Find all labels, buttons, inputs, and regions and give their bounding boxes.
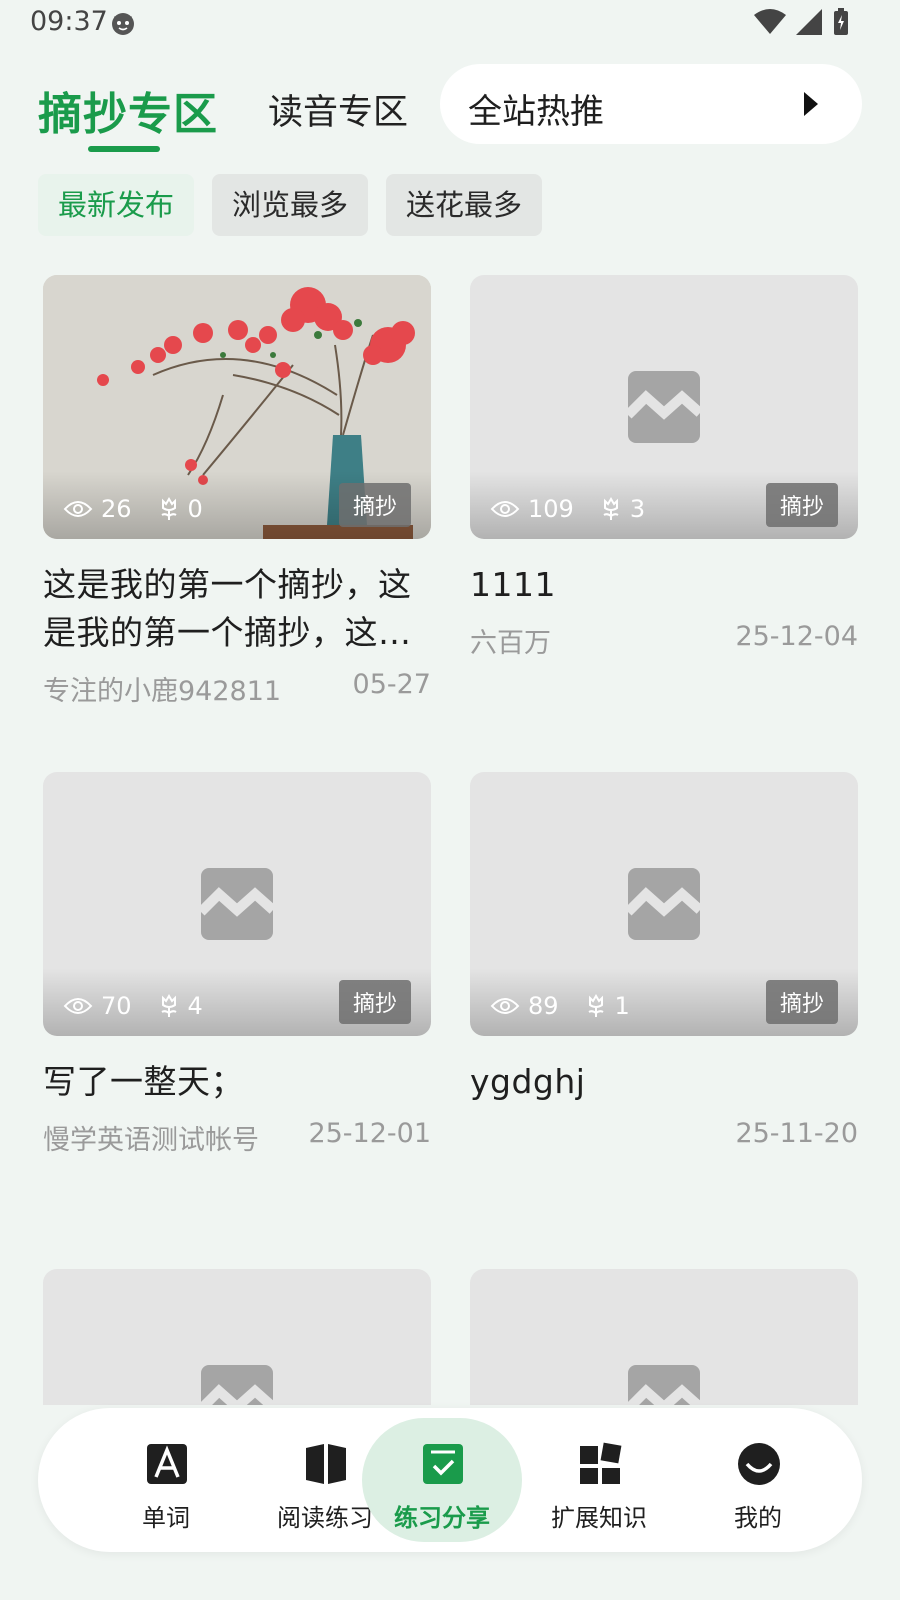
views-count: 26 xyxy=(101,495,132,523)
flowers-count: 4 xyxy=(187,992,203,1020)
post-stats: 26 0 xyxy=(63,495,229,523)
nav-words-label: 单词 xyxy=(142,1504,190,1532)
tab-excerpt-zone[interactable]: 摘抄专区 xyxy=(38,78,218,142)
views-stat: 109 xyxy=(490,495,574,523)
post-date: 25-12-04 xyxy=(735,621,858,652)
word-icon xyxy=(147,1444,187,1484)
battery-icon xyxy=(834,8,848,35)
image-placeholder-icon xyxy=(201,1365,273,1405)
post-meta: 六百万 25-12-04 xyxy=(470,621,858,660)
image-placeholder-icon xyxy=(628,371,700,443)
post-thumbnail: 26 0 摘抄 xyxy=(43,275,431,539)
filter-chips: 最新发布 浏览最多 送花最多 xyxy=(38,174,543,236)
tab-pronunciation-zone[interactable]: 读音专区 xyxy=(268,84,408,135)
flowers-count: 0 xyxy=(187,495,203,523)
category-tag: 摘抄 xyxy=(765,483,838,527)
flowers-stat: 4 xyxy=(158,992,203,1020)
flower-icon xyxy=(603,497,619,520)
blocks-icon xyxy=(580,1442,622,1484)
post-meta: 专注的小鹿942811 05-27 xyxy=(43,669,431,708)
post-card[interactable]: 109 3 摘抄 1111 六百万 25-12-04 xyxy=(470,275,858,660)
flowers-stat: 0 xyxy=(158,495,203,523)
post-author: 慢学英语测试帐号 xyxy=(43,1125,259,1156)
post-thumbnail xyxy=(43,1269,431,1405)
flowers-stat: 3 xyxy=(600,495,645,523)
post-meta: 慢学英语测试帐号 25-12-01 xyxy=(43,1118,431,1157)
post-title: 1111 xyxy=(470,565,556,604)
image-placeholder-icon xyxy=(628,1365,700,1405)
status-time: 09:37 xyxy=(30,6,108,37)
eye-icon xyxy=(63,998,93,1014)
category-tag: 摘抄 xyxy=(765,980,838,1024)
play-arrow-icon xyxy=(804,92,818,116)
smile-icon xyxy=(738,1443,780,1485)
eye-icon xyxy=(63,501,93,517)
cat-notification-icon xyxy=(112,13,134,35)
signal-icon xyxy=(796,9,822,35)
post-meta: 25-11-20 xyxy=(470,1118,858,1149)
image-placeholder-icon xyxy=(628,868,700,940)
book-icon xyxy=(306,1444,346,1484)
filter-latest[interactable]: 最新发布 xyxy=(38,174,195,236)
post-author: 六百万 xyxy=(470,628,551,659)
post-thumbnail: 70 4 摘抄 xyxy=(43,772,431,1036)
views-count: 89 xyxy=(528,992,559,1020)
top-tabs: 摘抄专区 读音专区 全站热推 xyxy=(0,62,900,158)
flower-icon xyxy=(587,994,604,1017)
post-title: ygdghj xyxy=(470,1062,586,1101)
post-date: 05-27 xyxy=(352,669,431,700)
views-count: 70 xyxy=(101,992,132,1020)
nav-mine[interactable]: 我的 xyxy=(678,1418,838,1542)
share-check-icon xyxy=(423,1444,463,1484)
views-stat: 70 xyxy=(63,992,132,1020)
post-stats: 89 1 xyxy=(490,992,656,1020)
image-placeholder-icon xyxy=(201,868,273,940)
status-bar: 09:37 xyxy=(0,0,900,48)
post-stats: 70 4 xyxy=(63,992,229,1020)
flower-icon xyxy=(160,497,177,520)
post-thumbnail xyxy=(470,1269,858,1405)
hot-recommend-label: 全站热推 xyxy=(468,92,604,132)
nav-knowledge-label: 扩展知识 xyxy=(551,1504,647,1532)
nav-mine-label: 我的 xyxy=(734,1504,782,1532)
flower-icon xyxy=(160,994,177,1017)
post-date: 25-12-01 xyxy=(308,1118,431,1149)
nav-share[interactable]: 练习分享 xyxy=(362,1418,522,1542)
post-card[interactable] xyxy=(470,1269,858,1405)
category-tag: 摘抄 xyxy=(338,980,411,1024)
post-thumbnail: 109 3 摘抄 xyxy=(470,275,858,539)
post-card[interactable]: 89 1 摘抄 ygdghj 25-11-20 xyxy=(470,772,858,1149)
filter-most-flowers[interactable]: 送花最多 xyxy=(386,174,543,236)
views-stat: 89 xyxy=(490,992,559,1020)
post-date: 25-11-20 xyxy=(735,1118,858,1149)
bottom-nav: 单词 阅读练习 练习分享 扩展知识 我的 xyxy=(38,1408,862,1552)
post-title: 写了一整天； xyxy=(43,1062,244,1101)
flowers-stat: 1 xyxy=(585,992,630,1020)
nav-knowledge[interactable]: 扩展知识 xyxy=(519,1418,679,1542)
wifi-icon xyxy=(754,9,786,34)
site-hot-recommend-button[interactable]: 全站热推 xyxy=(440,64,862,144)
flowers-count: 3 xyxy=(629,495,646,523)
post-card[interactable] xyxy=(43,1269,431,1405)
post-title: 这是我的第一个摘抄，这是我的第一个摘抄，这是我的第一个摘抄 xyxy=(43,565,412,652)
post-author: 专注的小鹿942811 xyxy=(43,676,282,707)
post-stats: 109 3 xyxy=(490,495,671,523)
nav-words[interactable]: 单词 xyxy=(86,1418,246,1542)
card-grid: 26 0 摘抄 这是我的第一个摘抄，这是我的第一个摘抄，这是我的第一个摘抄 专注… xyxy=(43,275,858,1405)
active-tab-indicator xyxy=(88,146,160,152)
nav-share-label: 练习分享 xyxy=(394,1504,490,1532)
post-card[interactable]: 26 0 摘抄 这是我的第一个摘抄，这是我的第一个摘抄，这是我的第一个摘抄 专注… xyxy=(43,275,431,708)
views-stat: 26 xyxy=(63,495,132,523)
eye-icon xyxy=(490,501,520,517)
eye-icon xyxy=(490,998,520,1014)
post-card[interactable]: 70 4 摘抄 写了一整天； 慢学英语测试帐号 25-12-01 xyxy=(43,772,431,1157)
views-count: 109 xyxy=(528,495,574,523)
flowers-count: 1 xyxy=(614,992,630,1020)
post-thumbnail: 89 1 摘抄 xyxy=(470,772,858,1036)
filter-most-viewed[interactable]: 浏览最多 xyxy=(212,174,369,236)
category-tag: 摘抄 xyxy=(338,483,411,527)
